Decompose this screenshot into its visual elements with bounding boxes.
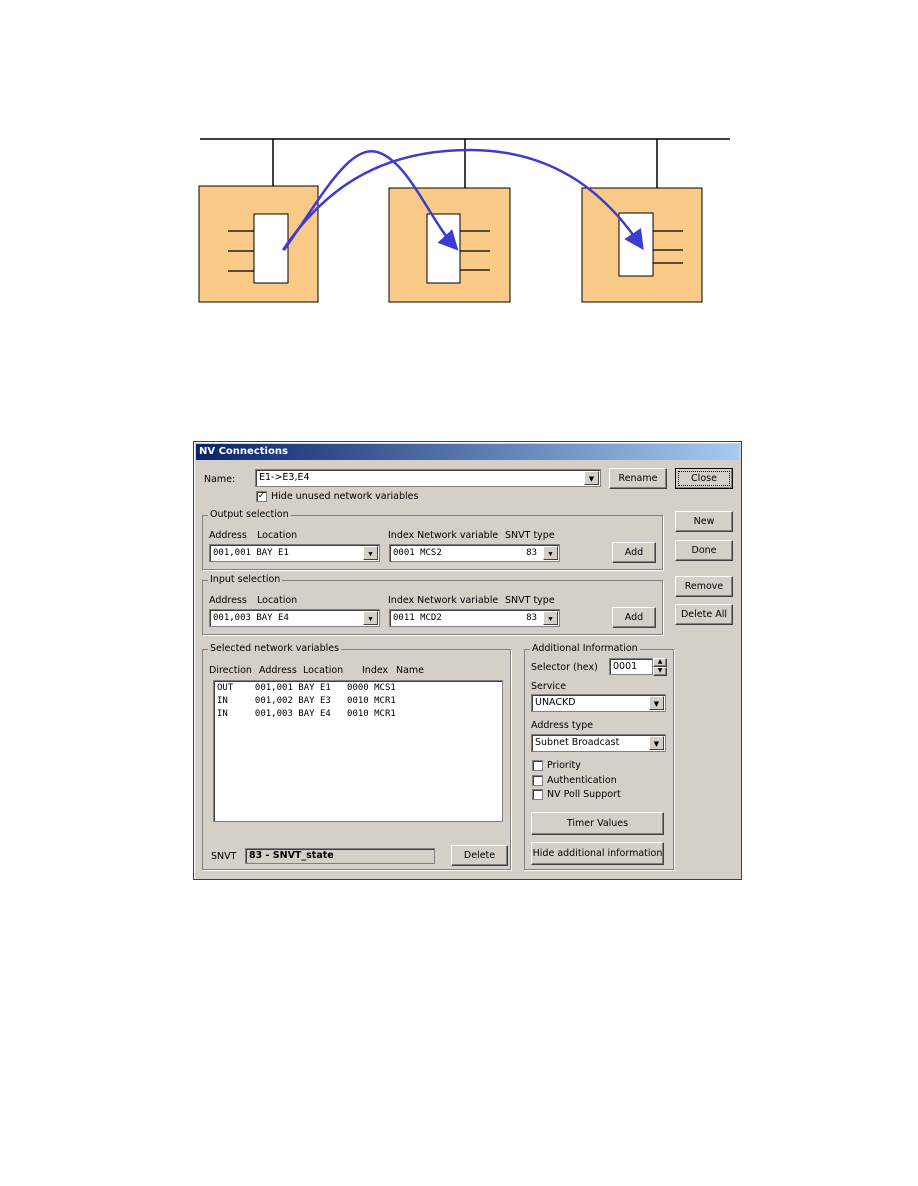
output-nv-value: 0001 MCS2 (393, 548, 442, 558)
done-button[interactable]: Done (675, 540, 733, 561)
delete-all-button[interactable]: Delete All (675, 604, 733, 625)
chevron-down-icon[interactable]: ▼ (584, 471, 599, 485)
chevron-down-icon[interactable]: ▼ (649, 736, 664, 750)
snvt-header: SNVT type (505, 595, 555, 606)
address-type-value: Subnet Broadcast (535, 737, 620, 748)
nv-connections-dialog: NV Connections Name: E1->E3,E4 ▼ Rename C… (193, 441, 742, 880)
index-header: Index Network variable (388, 530, 499, 541)
output-snvt-value: 83 (526, 548, 537, 558)
input-address-select[interactable]: 001,003 BAY E4 ▼ (209, 609, 380, 627)
authentication-checkbox[interactable] (532, 775, 543, 786)
selector-label: Selector (hex) (531, 662, 598, 673)
additional-info-title: Additional Information (530, 643, 640, 654)
service-select[interactable]: UNACKD ▼ (531, 694, 666, 712)
output-address-select[interactable]: 001,001 BAY E1 ▼ (209, 544, 380, 562)
chevron-down-icon[interactable]: ▼ (543, 611, 558, 625)
nv-poll-support-label: NV Poll Support (547, 789, 621, 800)
input-add-button[interactable]: Add (612, 607, 656, 628)
address-header: Address (209, 595, 247, 606)
network-diagram (198, 138, 730, 303)
output-selection-group: Output selection Address Location Index … (202, 509, 663, 570)
input-selection-title: Input selection (208, 574, 283, 585)
spin-up-icon[interactable]: ▲ (653, 658, 667, 667)
direction-header: Direction (209, 665, 252, 676)
priority-checkbox[interactable] (532, 760, 543, 771)
nv-poll-support-checkbox[interactable] (532, 789, 543, 800)
address-header: Address (209, 530, 247, 541)
name-header: Name (396, 665, 425, 676)
output-add-button[interactable]: Add (612, 542, 656, 563)
input-address-value: 001,003 BAY E4 (213, 613, 289, 623)
spin-down-icon[interactable]: ▼ (653, 667, 667, 676)
address-type-select[interactable]: Subnet Broadcast ▼ (531, 734, 666, 752)
hide-additional-info-button[interactable]: Hide additional information (531, 842, 664, 865)
output-nv-select[interactable]: 0001 MCS2 83 ▼ (389, 544, 560, 562)
chevron-down-icon[interactable]: ▼ (543, 546, 558, 560)
additional-info-group: Additional Information Selector (hex) 00… (524, 643, 674, 870)
snvt-value-field: 83 - SNVT_state (245, 848, 435, 864)
dialog-title: NV Connections (196, 444, 739, 460)
index-header: Index (362, 665, 389, 676)
selected-nv-list[interactable]: OUT 001,001 BAY E1 0000 MCS1 IN 001,002 … (213, 680, 503, 822)
authentication-label: Authentication (547, 775, 617, 786)
hide-unused-checkbox[interactable]: ✓ (256, 491, 267, 502)
input-selection-group: Input selection Address Location Index N… (202, 574, 663, 635)
service-label: Service (531, 681, 567, 692)
chevron-down-icon[interactable]: ▼ (649, 696, 664, 710)
location-header: Location (303, 665, 344, 676)
address-type-label: Address type (531, 720, 594, 731)
input-nv-select[interactable]: 0011 MCD2 83 ▼ (389, 609, 560, 627)
output-selection-title: Output selection (208, 509, 291, 520)
function-block (426, 213, 461, 284)
new-button[interactable]: New (675, 511, 733, 532)
service-value: UNACKD (535, 697, 576, 708)
priority-label: Priority (547, 760, 581, 771)
chevron-down-icon[interactable]: ▼ (363, 611, 378, 625)
list-item[interactable]: IN 001,003 BAY E4 0010 MCR1 (217, 709, 396, 719)
delete-button[interactable]: Delete (451, 845, 508, 866)
output-address-value: 001,001 BAY E1 (213, 548, 289, 558)
selected-nv-group: Selected network variables Direction Add… (202, 643, 511, 870)
selected-nv-title: Selected network variables (208, 643, 342, 654)
hide-unused-label: Hide unused network variables (271, 491, 419, 502)
address-header: Address (259, 665, 297, 676)
name-label: Name: (204, 474, 236, 485)
rename-button[interactable]: Rename (609, 468, 667, 489)
input-nv-value: 0011 MCD2 (393, 613, 442, 623)
name-value: E1->E3,E4 (259, 472, 310, 483)
input-snvt-value: 83 (526, 613, 537, 623)
name-combobox[interactable]: E1->E3,E4 ▼ (255, 469, 601, 487)
index-header: Index Network variable (388, 595, 499, 606)
timer-values-button[interactable]: Timer Values (531, 812, 664, 835)
list-item[interactable]: OUT 001,001 BAY E1 0000 MCS1 (217, 683, 396, 693)
location-header: Location (257, 530, 298, 541)
snvt-header: SNVT type (505, 530, 555, 541)
chevron-down-icon[interactable]: ▼ (363, 546, 378, 560)
snvt-label: SNVT (211, 851, 237, 862)
selector-input[interactable]: 0001 (609, 658, 653, 675)
close-button[interactable]: Close (675, 468, 733, 489)
remove-button[interactable]: Remove (675, 576, 733, 597)
list-item[interactable]: IN 001,002 BAY E3 0010 MCR1 (217, 696, 396, 706)
location-header: Location (257, 595, 298, 606)
